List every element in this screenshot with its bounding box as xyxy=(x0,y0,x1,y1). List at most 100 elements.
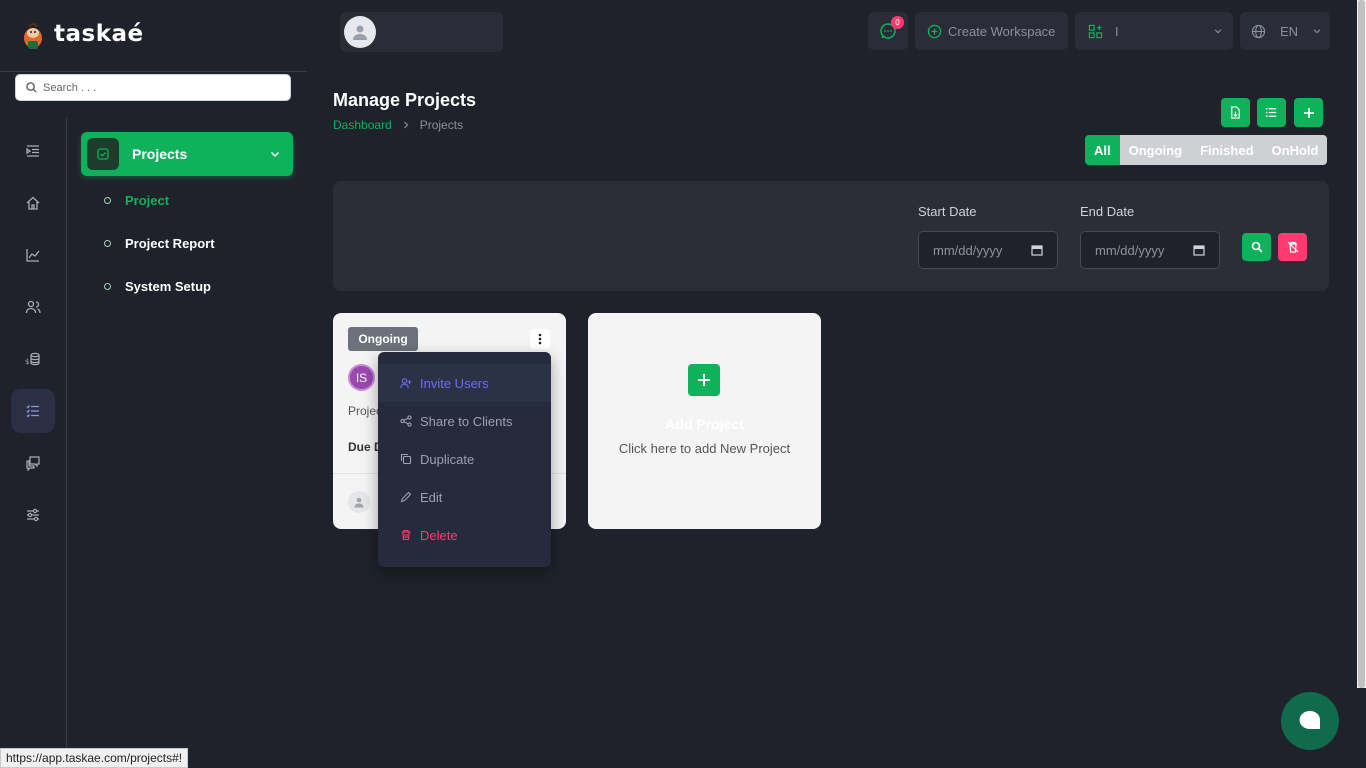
chart-icon[interactable] xyxy=(11,233,55,277)
notifications-button[interactable]: 0 xyxy=(868,12,908,50)
sidebar-item-project-report[interactable]: Project Report xyxy=(104,236,215,251)
apps-plus-icon xyxy=(1088,24,1103,38)
users-icon[interactable] xyxy=(11,285,55,329)
profile-menu[interactable] xyxy=(340,12,503,52)
workspace-select[interactable]: I xyxy=(1075,12,1233,50)
add-project-card[interactable]: Add Project Click here to add New Projec… xyxy=(588,313,821,529)
breadcrumb-dashboard-link[interactable]: Dashboard xyxy=(333,118,392,132)
export-button[interactable] xyxy=(1221,98,1250,127)
sidebar-item-label: System Setup xyxy=(125,279,211,294)
menu-item-edit[interactable]: Edit xyxy=(378,478,551,516)
end-date-placeholder: mm/dd/yyyy xyxy=(1095,242,1165,258)
apply-filter-button[interactable] xyxy=(1242,233,1271,261)
sidebar: taskaé $ P xyxy=(0,0,307,768)
list-view-button[interactable] xyxy=(1257,98,1286,127)
clipboard-check-icon xyxy=(87,138,119,170)
clear-filter-button[interactable] xyxy=(1278,233,1307,261)
logo-divider xyxy=(0,71,307,72)
start-date-placeholder: mm/dd/yyyy xyxy=(933,242,1003,258)
project-actions-menu: Invite Users Share to Clients Duplicate … xyxy=(378,352,551,567)
member-avatar: IS xyxy=(348,364,375,391)
plus-icon xyxy=(1303,107,1314,118)
add-project-subtitle: Click here to add New Project xyxy=(618,441,791,456)
more-options-button[interactable] xyxy=(530,329,550,349)
budget-icon[interactable]: $ xyxy=(11,337,55,381)
menu-item-label: Invite Users xyxy=(420,375,489,391)
status-filter-tabs: All Ongoing Finished OnHold xyxy=(1085,135,1328,165)
start-date-label: Start Date xyxy=(918,204,977,219)
sidebar-item-system-setup[interactable]: System Setup xyxy=(104,279,211,294)
file-export-icon xyxy=(1231,106,1240,119)
tab-onhold[interactable]: OnHold xyxy=(1262,135,1328,165)
sidebar-item-label: Project Report xyxy=(125,236,215,251)
logo[interactable]: taskaé xyxy=(20,18,144,50)
menu-item-share-to-clients[interactable]: Share to Clients xyxy=(378,402,551,440)
menu-item-label: Share to Clients xyxy=(420,413,513,429)
trash-off-icon xyxy=(1287,241,1298,253)
chevron-down-icon xyxy=(270,151,280,158)
calendar-icon[interactable] xyxy=(1031,244,1043,256)
settings-sliders-icon[interactable] xyxy=(11,493,55,537)
menu-item-label: Duplicate xyxy=(420,451,475,467)
plus-circle-icon xyxy=(927,24,942,38)
scrollbar-thumb[interactable] xyxy=(1358,0,1365,688)
bullet-icon xyxy=(104,283,111,290)
tab-finished[interactable]: Finished xyxy=(1191,135,1263,165)
calendar-icon[interactable] xyxy=(1193,244,1205,256)
language-select[interactable]: EN xyxy=(1240,12,1330,50)
chevron-right-icon xyxy=(403,121,409,129)
notification-badge: 0 xyxy=(891,16,904,29)
sidebar-item-project[interactable]: Project xyxy=(104,193,169,208)
tab-all[interactable]: All xyxy=(1085,135,1120,165)
chat-bubble-icon xyxy=(1299,711,1320,729)
copy-icon xyxy=(400,453,412,465)
end-date-label: End Date xyxy=(1080,204,1135,219)
start-date-input[interactable]: mm/dd/yyyy xyxy=(918,231,1058,269)
status-badge: Ongoing xyxy=(348,327,418,351)
user-plus-icon xyxy=(400,378,412,389)
pencil-icon xyxy=(400,491,412,503)
messages-icon[interactable] xyxy=(11,441,55,485)
svg-text:$: $ xyxy=(25,358,29,366)
status-bar-url: https://app.taskae.com/projects#! xyxy=(0,748,189,768)
indent-icon[interactable] xyxy=(11,129,55,173)
chevron-down-icon xyxy=(1313,29,1321,34)
search-input[interactable] xyxy=(43,81,273,94)
kebab-menu-icon xyxy=(538,333,542,345)
breadcrumb: Dashboard Projects xyxy=(333,118,463,132)
create-workspace-label: Create Workspace xyxy=(948,23,1056,39)
menu-item-duplicate[interactable]: Duplicate xyxy=(378,440,551,478)
sidebar-group-projects[interactable]: Projects xyxy=(81,132,293,176)
project-name: Projec xyxy=(348,404,383,418)
user-avatar-icon xyxy=(348,491,370,513)
tab-ongoing[interactable]: Ongoing xyxy=(1119,135,1192,165)
bullet-icon xyxy=(104,240,111,247)
logo-mark-icon xyxy=(20,18,46,50)
logo-text: taskaé xyxy=(54,21,144,47)
home-icon[interactable] xyxy=(11,181,55,225)
share-icon xyxy=(400,415,412,427)
plus-icon xyxy=(688,364,720,396)
globe-icon xyxy=(1251,24,1266,38)
create-workspace-button[interactable]: Create Workspace xyxy=(915,12,1068,50)
menu-item-invite-users[interactable]: Invite Users xyxy=(378,364,551,402)
add-project-button[interactable] xyxy=(1294,98,1323,127)
user-avatar-icon xyxy=(344,16,376,48)
page-scrollbar[interactable] xyxy=(1357,0,1366,688)
menu-item-label: Delete xyxy=(420,527,458,543)
end-date-input[interactable]: mm/dd/yyyy xyxy=(1080,231,1220,269)
chevron-down-icon xyxy=(1214,29,1222,34)
tasks-list-icon[interactable] xyxy=(11,389,55,433)
add-project-title: Add Project xyxy=(665,416,744,432)
search-icon xyxy=(1251,241,1263,253)
icon-rail: $ xyxy=(0,118,67,768)
breadcrumb-current: Projects xyxy=(419,118,464,132)
chat-widget-button[interactable] xyxy=(1281,692,1339,750)
page-title: Manage Projects xyxy=(333,90,477,110)
sidebar-item-label: Project xyxy=(125,193,170,208)
menu-item-delete[interactable]: Delete xyxy=(378,516,551,554)
language-value: EN xyxy=(1280,23,1299,39)
sidebar-search[interactable] xyxy=(15,74,291,101)
sidebar-group-label: Projects xyxy=(132,146,188,162)
trash-icon xyxy=(401,529,411,541)
